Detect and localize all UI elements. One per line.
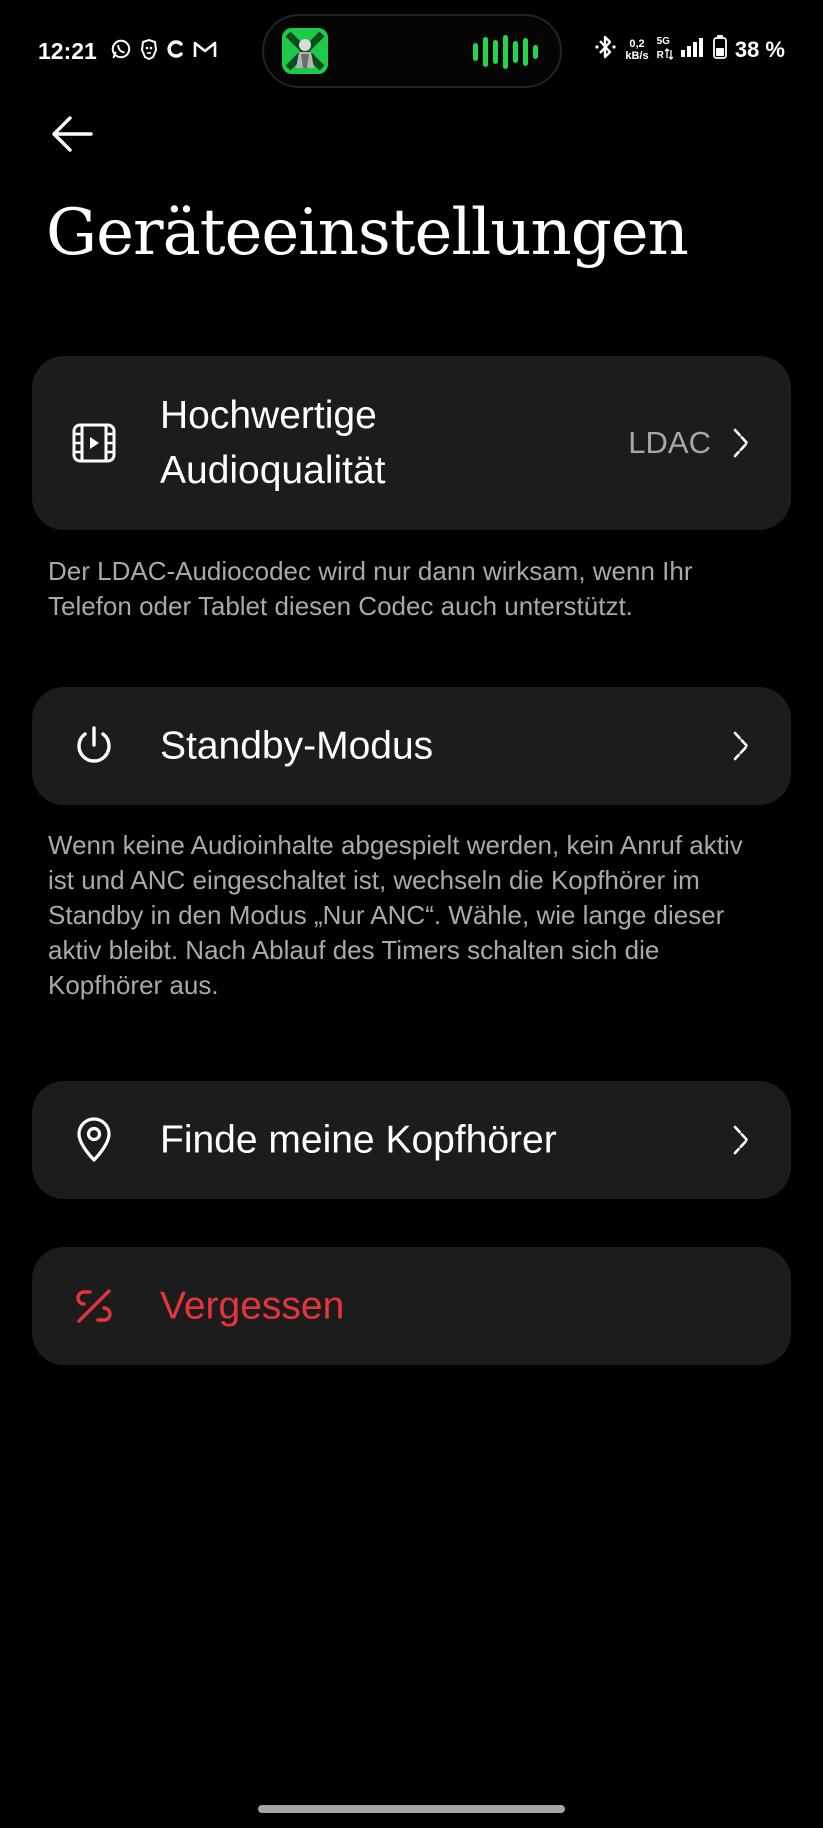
find-headphones-setting[interactable]: Finde meine Kopfhörer — [32, 1081, 791, 1199]
unlink-icon — [72, 1284, 116, 1328]
signal-icon — [680, 37, 705, 62]
network-indicator: 5G R — [656, 35, 674, 64]
audio-wave-icon — [473, 34, 538, 70]
location-pin-icon — [72, 1117, 116, 1162]
audio-quality-label: Hochwertige Audioqualität — [160, 394, 386, 492]
power-icon — [72, 724, 116, 768]
notification-icons — [110, 38, 217, 60]
roaming-label: R — [656, 49, 664, 61]
data-arrows-icon — [664, 47, 674, 64]
home-indicator[interactable] — [258, 1805, 565, 1813]
chevron-right-icon — [729, 728, 753, 764]
film-icon — [72, 421, 116, 465]
net-speed: 0,2 kB/s — [625, 38, 648, 62]
forget-device-button[interactable]: Vergessen — [32, 1247, 791, 1365]
back-button[interactable] — [44, 108, 100, 164]
audio-quality-description: Der LDAC-Audiocodec wird nur dann wirksa… — [48, 556, 693, 621]
standby-description: Wenn keine Audioinhalte abgespielt werde… — [48, 830, 743, 1000]
system-status: 0,2 kB/s 5G R 38 % — [595, 34, 785, 65]
c-app-icon — [166, 38, 186, 60]
network-type: 5G — [656, 35, 670, 47]
album-cover-icon — [282, 28, 328, 74]
status-time: 12:21 — [38, 38, 97, 64]
whatsapp-icon — [110, 38, 132, 60]
chevron-right-icon — [729, 1122, 753, 1158]
page-title: Geräteeinstellungen — [46, 196, 689, 270]
standby-setting[interactable]: Standby-Modus — [32, 687, 791, 805]
lion-app-icon — [139, 38, 159, 60]
battery-icon — [712, 35, 727, 64]
media-island[interactable] — [262, 14, 562, 88]
audio-quality-value: LDAC — [628, 425, 711, 460]
gmail-icon — [193, 39, 217, 59]
bluetooth-icon — [595, 34, 617, 65]
battery-percent: 38 % — [734, 36, 785, 62]
standby-label: Standby-Modus — [160, 724, 434, 768]
arrow-left-icon — [49, 114, 95, 159]
forget-label: Vergessen — [160, 1284, 345, 1328]
status-bar: 12:21 0,2 kB/s 5G R 38 % — [0, 0, 823, 100]
net-speed-value: 0,2 — [629, 37, 645, 50]
find-headphones-label: Finde meine Kopfhörer — [160, 1118, 557, 1162]
net-speed-unit: kB/s — [625, 49, 649, 62]
chevron-right-icon — [729, 425, 753, 461]
audio-quality-setting[interactable]: Hochwertige Audioqualität LDAC — [32, 356, 791, 530]
